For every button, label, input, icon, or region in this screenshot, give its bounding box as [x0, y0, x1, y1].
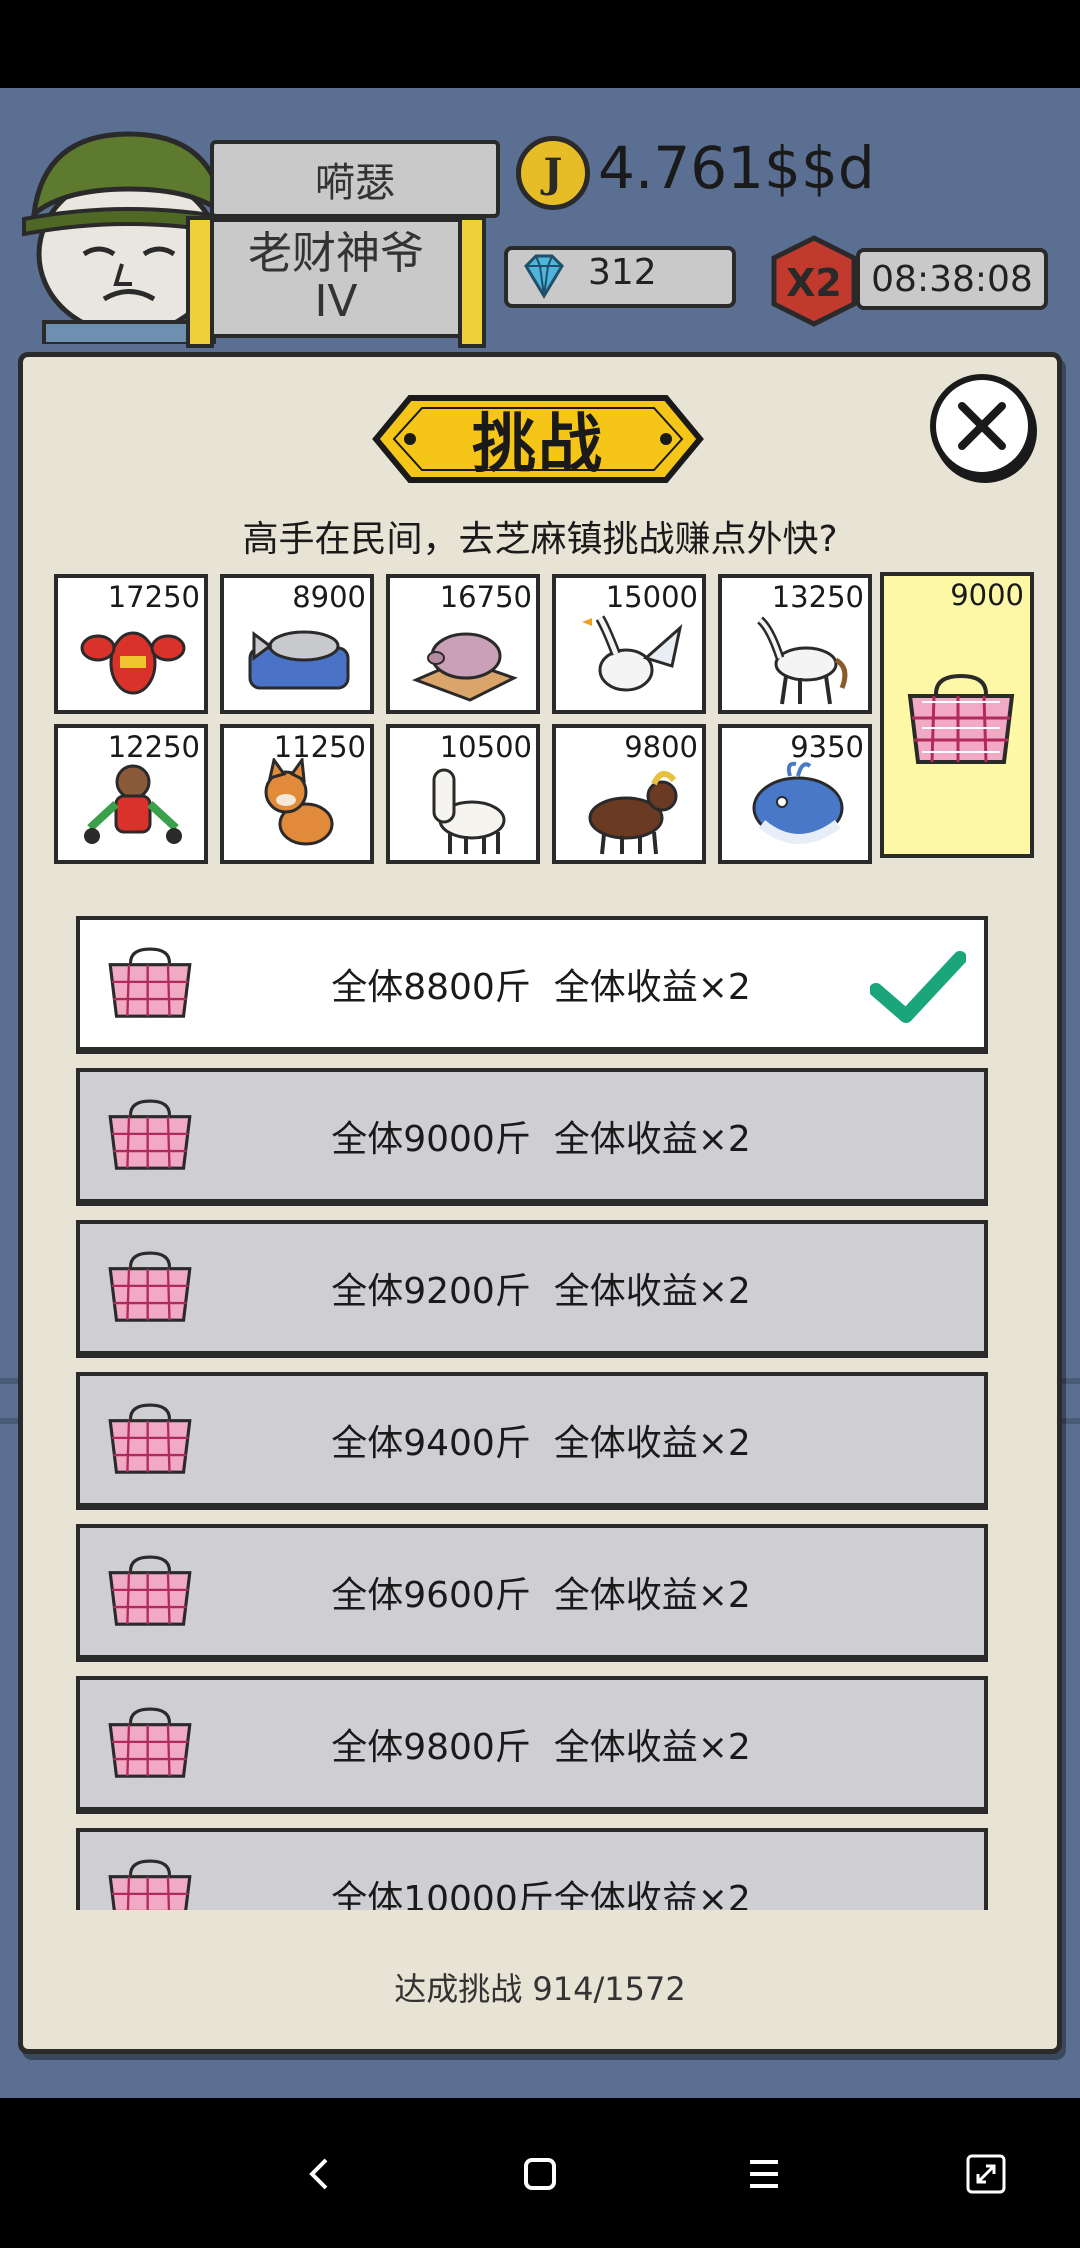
- diamond-icon: [524, 254, 564, 299]
- animal-tile[interactable]: 9350: [718, 724, 872, 864]
- player-title-line2: IV: [314, 276, 358, 327]
- challenge-row[interactable]: 全体9800斤 全体收益×2: [76, 1676, 988, 1814]
- animal-tile[interactable]: 16750: [386, 574, 540, 714]
- animal-tile[interactable]: 13250: [718, 574, 872, 714]
- player-name: 嗬瑟: [315, 160, 395, 206]
- challenge-label: 全体9800斤 全体收益×2: [331, 1727, 751, 1768]
- whale-icon: [752, 761, 844, 844]
- selected-count: 9000: [950, 578, 1024, 612]
- alpaca-icon: [432, 768, 506, 854]
- boost-timer: 08:38:08: [856, 248, 1048, 310]
- home-button[interactable]: [512, 2146, 568, 2202]
- animal-tile[interactable]: 12250: [54, 724, 208, 864]
- challenge-label: 全体8800斤 全体收益×2: [331, 967, 751, 1008]
- status-bar: [0, 0, 1080, 88]
- challenge-row[interactable]: 全体10000斤全体收益×2: [76, 1828, 988, 1910]
- sign-post-right: [458, 216, 486, 348]
- challenge-label: 全体9600斤 全体收益×2: [331, 1575, 751, 1616]
- animal-tile[interactable]: 9800: [552, 724, 706, 864]
- lobster-icon: [80, 631, 186, 695]
- double-income-badge[interactable]: X2: [768, 234, 860, 328]
- dialog-title: 挑战: [472, 407, 604, 482]
- gem-amount: 312: [588, 252, 657, 293]
- animal-tile[interactable]: 17250: [54, 574, 208, 714]
- selected-tile[interactable]: 9000: [880, 572, 1034, 858]
- sign-post-left: [186, 216, 214, 348]
- player-title-line1: 老财神爷: [248, 228, 424, 279]
- challenge-row[interactable]: 全体9400斤 全体收益×2: [76, 1372, 988, 1510]
- multiplier-text: X2: [786, 261, 842, 305]
- challenge-row[interactable]: 全体9600斤 全体收益×2: [76, 1524, 988, 1662]
- monkey-icon: [84, 764, 182, 844]
- animal-tile[interactable]: 10500: [386, 724, 540, 864]
- menu-lines-icon: [750, 2160, 778, 2188]
- player-name-plate: 嗬瑟: [210, 140, 500, 218]
- close-button[interactable]: [930, 374, 1034, 478]
- dialog-subtitle: 高手在民间，去芝麻镇挑战赚点外快?: [242, 519, 838, 560]
- close-icon: [958, 402, 1006, 450]
- yak-icon: [588, 771, 678, 855]
- coin-amount: 4.761$$d: [598, 134, 875, 202]
- plaid-bag-icon: [907, 673, 1015, 764]
- animal-tile[interactable]: 15000: [552, 574, 706, 714]
- pig-icon: [411, 632, 518, 702]
- challenge-label: 全体9000斤 全体收益×2: [331, 1119, 751, 1160]
- shiba-dog-icon: [264, 758, 334, 846]
- checkmark-icon: [870, 951, 966, 1023]
- player-title-plate: 老财神爷 IV: [186, 216, 486, 348]
- challenge-label: 全体9200斤 全体收益×2: [331, 1271, 751, 1312]
- menu-button[interactable]: [736, 2146, 792, 2202]
- goose-icon: [582, 615, 683, 692]
- fish-on-sofa-icon: [248, 630, 350, 690]
- coin-icon: J: [516, 136, 590, 210]
- screen-toggle-button[interactable]: [958, 2146, 1014, 2202]
- challenge-list[interactable]: 全体8800斤 全体收益×2 全体9000斤 全体收益×2 全体9200斤 全体…: [60, 910, 1000, 1910]
- home-square-icon: [524, 2158, 556, 2190]
- fullscreen-icon: [966, 2154, 1006, 2194]
- challenge-row[interactable]: 全体9000斤 全体收益×2: [76, 1068, 988, 1206]
- challenge-row[interactable]: 全体9200斤 全体收益×2: [76, 1220, 988, 1358]
- animal-tile[interactable]: 8900: [220, 574, 374, 714]
- horse-icon: [756, 616, 848, 705]
- challenge-label: 全体9400斤 全体收益×2: [331, 1423, 751, 1464]
- back-button[interactable]: [292, 2146, 348, 2202]
- back-arrow-icon: [309, 2158, 328, 2190]
- challenge-row[interactable]: 全体8800斤 全体收益×2: [76, 916, 988, 1054]
- animal-tile[interactable]: 11250: [220, 724, 374, 864]
- challenge-progress: 达成挑战 914/1572: [394, 1970, 686, 2008]
- challenge-label: 全体10000斤全体收益×2: [331, 1879, 751, 1910]
